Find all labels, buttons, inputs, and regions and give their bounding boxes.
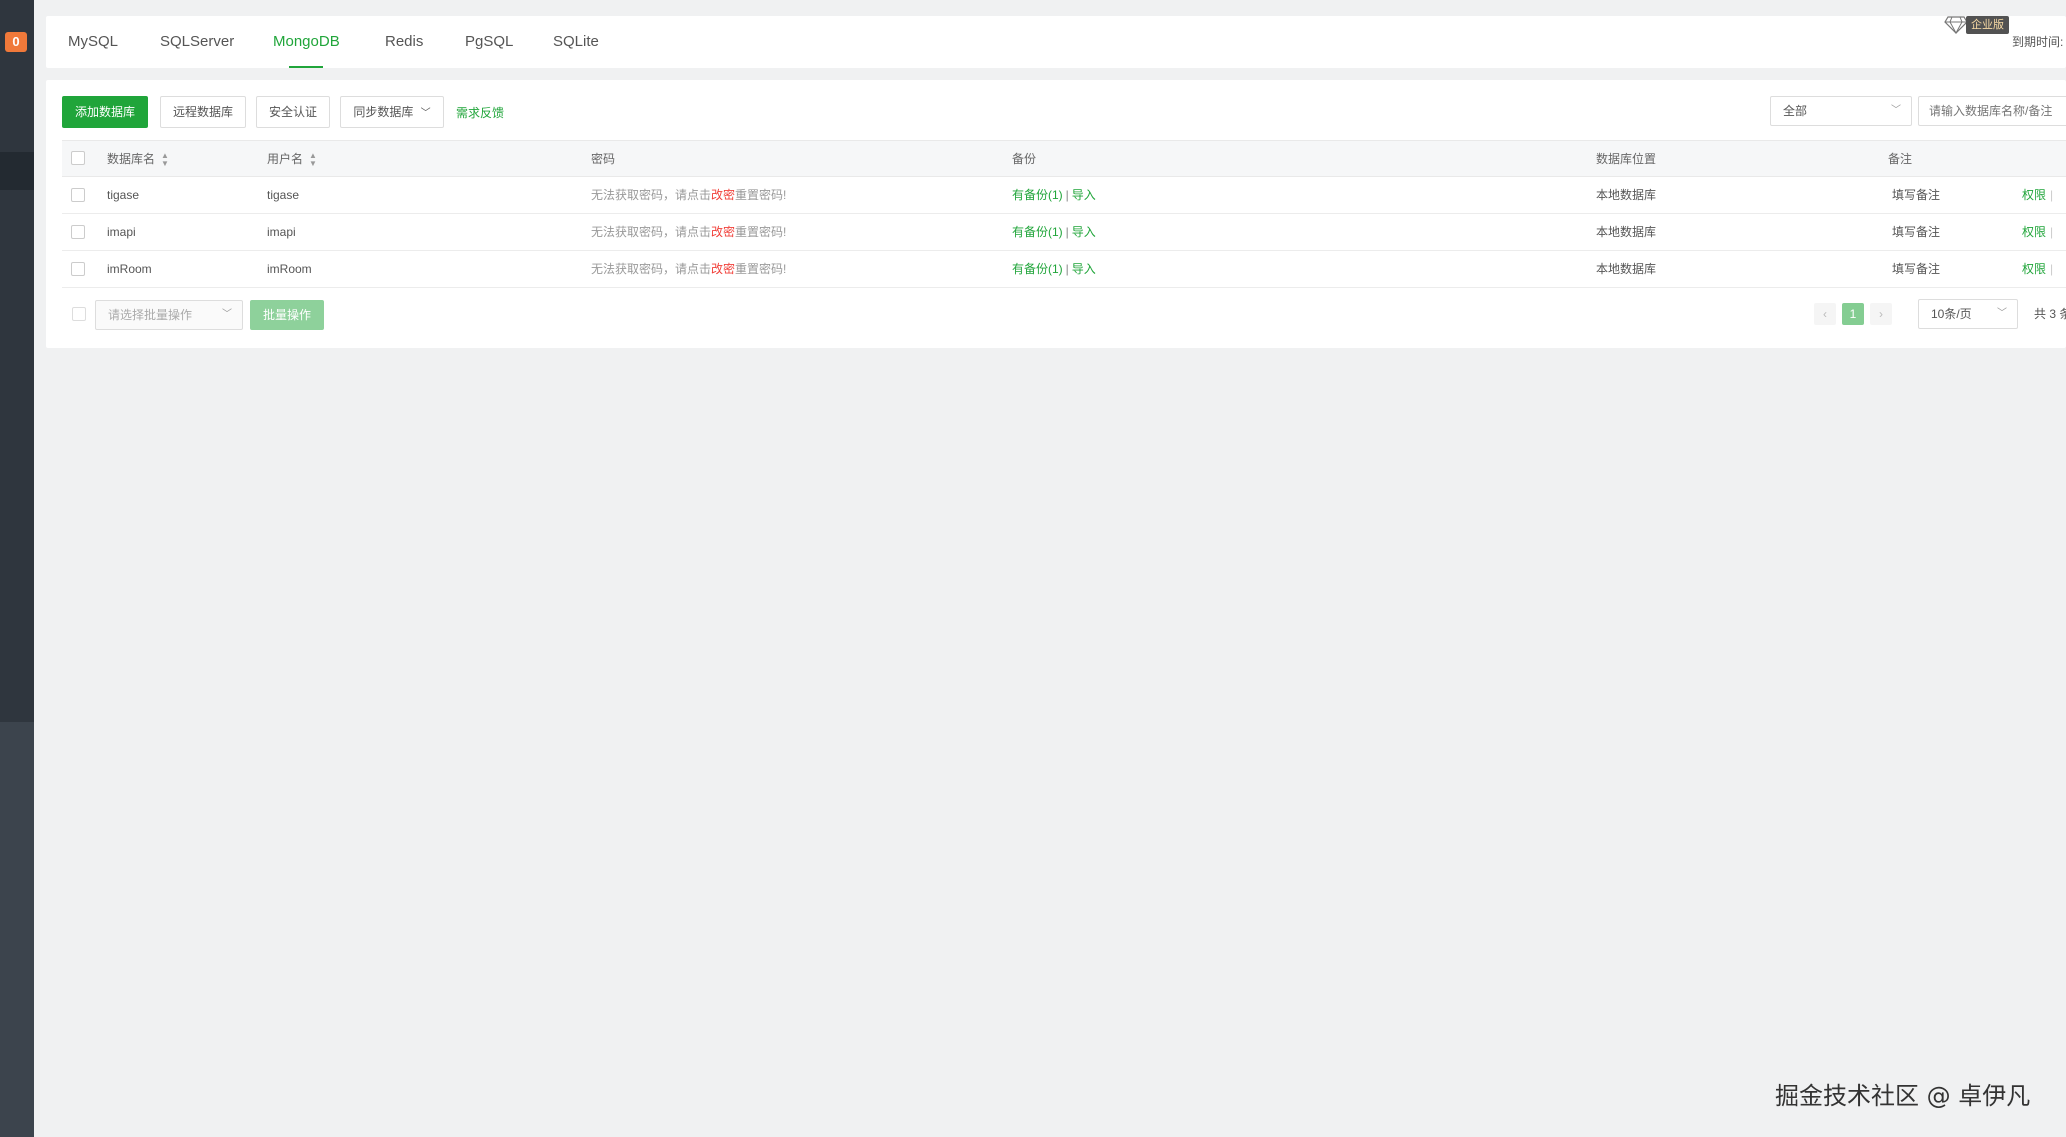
password-hint: 无法获取密码，请点击 <box>591 188 712 202</box>
change-password-link[interactable]: 改密 <box>711 262 735 276</box>
sidebar: 0 <box>0 0 34 1137</box>
backup-cell: 有备份(1) | 导入 <box>1012 262 1096 276</box>
permission-link[interactable]: 权限 <box>2022 225 2046 239</box>
db-location: 本地数据库 <box>1596 225 1657 239</box>
edition-label: 企业版 <box>1966 16 2009 34</box>
chevron-right-icon[interactable]: › <box>1870 303 1892 325</box>
tab-pgsql[interactable]: PgSQL <box>465 16 513 68</box>
username: imapi <box>267 225 296 239</box>
tab-sqlserver[interactable]: SQLServer <box>160 16 234 68</box>
username: imRoom <box>267 262 312 276</box>
row-checkbox[interactable] <box>71 225 85 239</box>
header-db-name-label: 数据库名 <box>107 152 156 166</box>
db-location: 本地数据库 <box>1596 188 1657 202</box>
backup-cell: 有备份(1) | 导入 <box>1012 188 1096 202</box>
db-name: imRoom <box>107 262 152 276</box>
password-cell: 无法获取密码，请点击改密重置密码! <box>591 177 786 213</box>
header-db-name[interactable]: 数据库名 ▲ ▼ <box>107 141 169 177</box>
row-checkbox[interactable] <box>71 262 85 276</box>
db-name: imapi <box>107 225 136 239</box>
db-type-tabbar: MySQL SQLServer MongoDB Redis PgSQL SQLi… <box>46 16 2066 68</box>
filter-select[interactable]: 全部 ﹀ <box>1770 96 1912 126</box>
db-location: 本地数据库 <box>1596 262 1657 276</box>
header-note: 备注 <box>1888 152 1913 166</box>
table-row: imapi imapi 无法获取密码，请点击改密重置密码! 有备份(1) | 导入 … <box>62 214 2066 251</box>
header-username[interactable]: 用户名 ▲ ▼ <box>267 141 317 177</box>
remote-database-button[interactable]: 远程数据库 <box>160 96 246 128</box>
chevron-down-icon: ﹀ <box>222 309 232 320</box>
password-hint-suffix: 重置密码! <box>735 225 787 239</box>
sort-icon: ▲ ▼ <box>309 150 317 168</box>
sidebar-menu-area <box>0 0 34 722</box>
password-hint-suffix: 重置密码! <box>735 262 787 276</box>
batch-operation-placeholder: 请选择批量操作 <box>108 308 193 322</box>
search-input[interactable] <box>1918 96 2066 126</box>
tab-sqlite[interactable]: SQLite <box>553 16 599 68</box>
batch-operation-button[interactable]: 批量操作 <box>250 300 324 330</box>
header-username-label: 用户名 <box>267 152 304 166</box>
row-actions: 权限 | <box>2022 262 2054 276</box>
backup-link[interactable]: 有备份(1) <box>1012 262 1063 276</box>
tab-mysql[interactable]: MySQL <box>68 16 118 68</box>
permission-link[interactable]: 权限 <box>2022 262 2046 276</box>
password-cell: 无法获取密码，请点击改密重置密码! <box>591 214 786 250</box>
total-count: 共 3 条 <box>2034 307 2066 321</box>
expiry-label: 到期时间: <box>2012 35 2064 49</box>
chevron-down-icon: ﹀ <box>1891 105 1901 116</box>
chevron-left-icon[interactable]: ‹ <box>1814 303 1836 325</box>
tab-redis[interactable]: Redis <box>385 16 423 68</box>
diamond-icon <box>1944 16 1968 34</box>
sync-database-label: 同步数据库 <box>353 105 414 119</box>
permission-link[interactable]: 权限 <box>2022 188 2046 202</box>
db-name: tigase <box>107 188 140 202</box>
chevron-down-icon: ﹀ <box>1997 308 2007 319</box>
table-row: tigase tigase 无法获取密码，请点击改密重置密码! 有备份(1) | 导… <box>62 177 2066 214</box>
change-password-link[interactable]: 改密 <box>711 188 735 202</box>
note-input[interactable]: 填写备注 <box>1892 251 1940 287</box>
filter-value: 全部 <box>1783 104 1808 118</box>
username: tigase <box>267 188 300 202</box>
note-input[interactable]: 填写备注 <box>1892 177 1940 213</box>
password-hint-suffix: 重置密码! <box>735 188 787 202</box>
page-number-current[interactable]: 1 <box>1842 303 1864 325</box>
tab-mongodb[interactable]: MongoDB <box>273 16 340 68</box>
chevron-down-icon: ﹀ <box>420 108 431 119</box>
table-row: imRoom imRoom 无法获取密码，请点击改密重置密码! 有备份(1) | 导… <box>62 251 2066 288</box>
sync-database-dropdown[interactable]: 同步数据库 ﹀ <box>340 96 444 128</box>
header-backup: 备份 <box>1012 152 1037 166</box>
enterprise-badge[interactable]: 企业版 <box>1944 15 2009 35</box>
batch-operation-select[interactable]: 请选择批量操作 ﹀ <box>95 300 243 330</box>
row-checkbox[interactable] <box>71 188 85 202</box>
sidebar-active-item[interactable] <box>0 152 34 190</box>
page-size-value: 10条/页 <box>1931 307 1972 321</box>
notification-badge[interactable]: 0 <box>5 32 27 52</box>
row-actions: 权限 | <box>2022 225 2054 239</box>
backup-link[interactable]: 有备份(1) <box>1012 188 1063 202</box>
add-database-button[interactable]: 添加数据库 <box>62 96 148 128</box>
footer-select-all-checkbox[interactable] <box>72 307 86 321</box>
row-actions: 权限 | <box>2022 188 2054 202</box>
sort-icon: ▲ ▼ <box>161 150 169 168</box>
password-hint: 无法获取密码，请点击 <box>591 225 712 239</box>
change-password-link[interactable]: 改密 <box>711 225 735 239</box>
header-password: 密码 <box>591 152 616 166</box>
import-link[interactable]: 导入 <box>1072 262 1096 276</box>
watermark: 掘金技术社区 @ 卓伊凡 <box>1775 1082 2031 1110</box>
header-location: 数据库位置 <box>1596 152 1657 166</box>
select-all-checkbox[interactable] <box>71 151 85 165</box>
import-link[interactable]: 导入 <box>1072 225 1096 239</box>
database-panel: 添加数据库 远程数据库 安全认证 同步数据库 ﹀ 需求反馈 全部 ﹀ 数据库名 ▲… <box>46 80 2066 348</box>
page-size-select[interactable]: 10条/页 ﹀ <box>1918 299 2018 329</box>
password-cell: 无法获取密码，请点击改密重置密码! <box>591 251 786 287</box>
password-hint: 无法获取密码，请点击 <box>591 262 712 276</box>
table-header: 数据库名 ▲ ▼ 用户名 ▲ ▼ 密码 备份 数据库位置 备注 <box>62 140 2066 177</box>
security-auth-button[interactable]: 安全认证 <box>256 96 330 128</box>
feedback-link[interactable]: 需求反馈 <box>456 104 504 121</box>
note-input[interactable]: 填写备注 <box>1892 214 1940 250</box>
import-link[interactable]: 导入 <box>1072 188 1096 202</box>
backup-cell: 有备份(1) | 导入 <box>1012 225 1096 239</box>
backup-link[interactable]: 有备份(1) <box>1012 225 1063 239</box>
